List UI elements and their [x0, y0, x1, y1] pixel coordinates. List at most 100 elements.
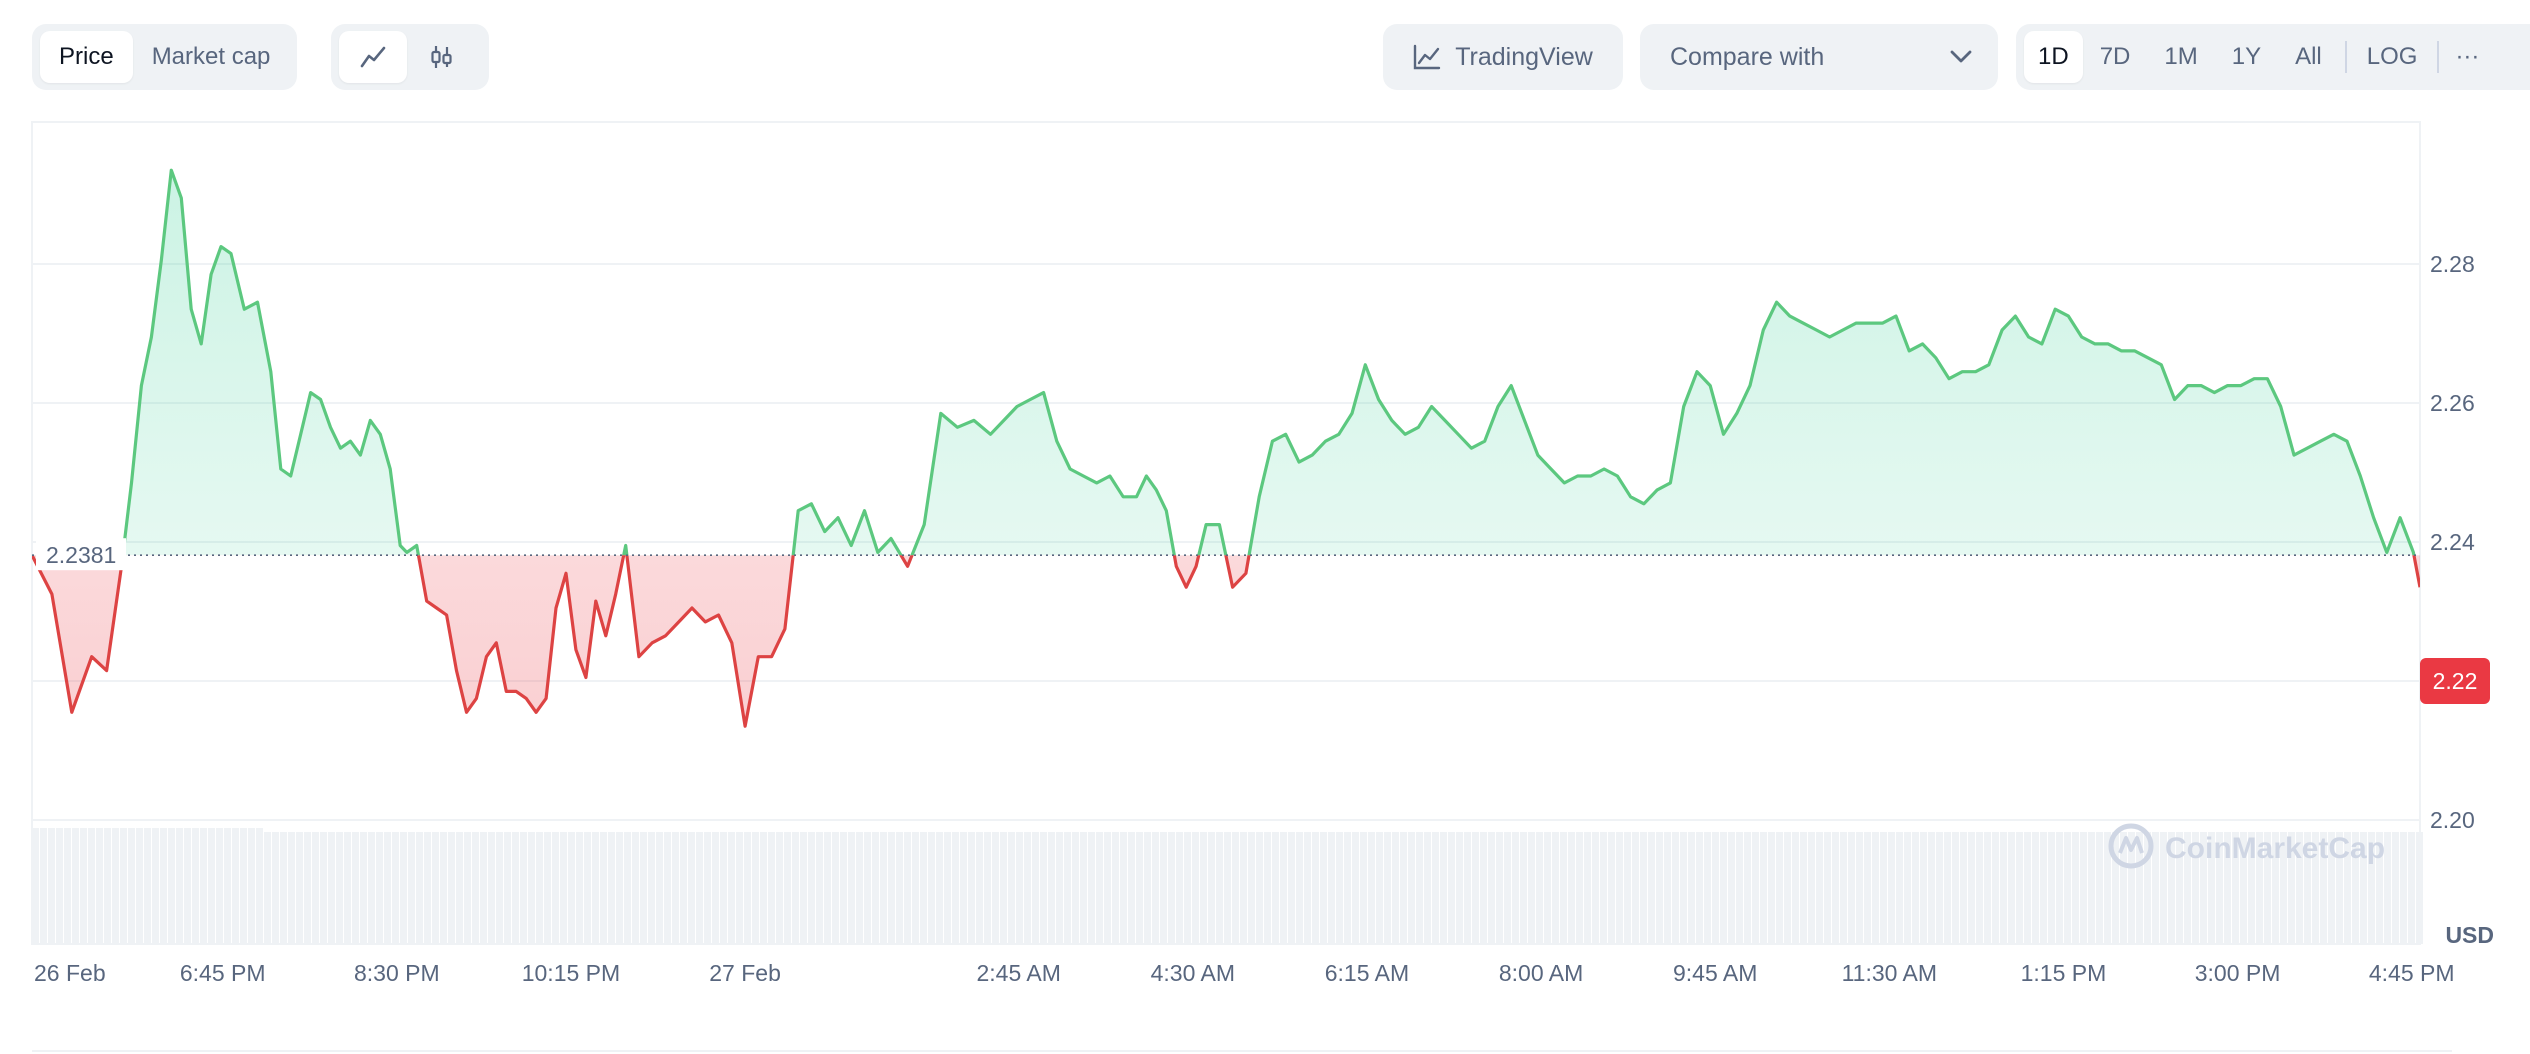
- volume-bar: [2040, 832, 2047, 944]
- volume-bar: [416, 832, 423, 944]
- volume-bar: [760, 832, 767, 944]
- volume-bar: [2032, 832, 2039, 944]
- volume-bar: [1352, 832, 1359, 944]
- volume-bar: [368, 832, 375, 944]
- volume-bar: [1464, 832, 1471, 944]
- current-price-text: 2.22: [2433, 668, 2478, 694]
- volume-bar: [2088, 832, 2095, 944]
- volume-bar: [160, 828, 167, 944]
- volume-bar: [496, 832, 503, 944]
- volume-bar: [224, 828, 231, 944]
- volume-bar: [1344, 832, 1351, 944]
- volume-bar: [2008, 832, 2015, 944]
- y-tick-label: 2.24: [2430, 529, 2475, 555]
- volume-bar: [648, 832, 655, 944]
- volume-bar: [312, 832, 319, 944]
- volume-bar: [2056, 832, 2063, 944]
- volume-bar: [136, 828, 143, 944]
- volume-bar: [464, 832, 471, 944]
- volume-bar: [752, 832, 759, 944]
- volume-bar: [344, 832, 351, 944]
- volume-bar: [1560, 832, 1567, 944]
- volume-bar: [1144, 832, 1151, 944]
- volume-bar: [1776, 832, 1783, 944]
- volume-bar: [912, 832, 919, 944]
- volume-bar: [1288, 832, 1295, 944]
- volume-bar: [632, 832, 639, 944]
- volume-bar: [2096, 832, 2103, 944]
- volume-bar: [1048, 832, 1055, 944]
- volume-bar: [1376, 832, 1383, 944]
- x-tick-label: 8:00 AM: [1499, 960, 1583, 986]
- volume-bar: [536, 832, 543, 944]
- volume-bar: [2392, 832, 2399, 944]
- volume-bar: [1608, 832, 1615, 944]
- volume-bar: [744, 832, 751, 944]
- volume-bar: [1680, 832, 1687, 944]
- volume-bar: [120, 828, 127, 944]
- volume-bar: [2080, 832, 2087, 944]
- volume-bar: [1928, 832, 1935, 944]
- volume-bar: [264, 832, 271, 944]
- volume-bar: [1016, 832, 1023, 944]
- volume-bar: [1360, 832, 1367, 944]
- volume-bar: [576, 832, 583, 944]
- volume-bar: [1056, 832, 1063, 944]
- volume-bar: [1328, 832, 1335, 944]
- volume-bar: [1664, 832, 1671, 944]
- volume-bar: [1496, 832, 1503, 944]
- volume-bar: [1832, 832, 1839, 944]
- volume-bar: [1992, 832, 1999, 944]
- volume-bar: [1176, 832, 1183, 944]
- volume-bar: [1688, 832, 1695, 944]
- volume-bar: [2408, 832, 2415, 944]
- volume-bar: [896, 832, 903, 944]
- volume-bar: [392, 832, 399, 944]
- volume-bar: [736, 832, 743, 944]
- volume-bar: [704, 832, 711, 944]
- volume-bar: [320, 832, 327, 944]
- volume-bar: [104, 828, 111, 944]
- volume-bar: [1752, 832, 1759, 944]
- volume-bar: [1424, 832, 1431, 944]
- volume-bar: [328, 832, 335, 944]
- volume-bar: [1800, 832, 1807, 944]
- reference-price-text: 2.2381: [46, 542, 116, 568]
- volume-bar: [1632, 832, 1639, 944]
- x-tick-label: 8:30 PM: [354, 960, 440, 986]
- volume-bar: [184, 828, 191, 944]
- volume-bar: [1672, 832, 1679, 944]
- volume-bar: [1408, 832, 1415, 944]
- volume-bar: [1640, 832, 1647, 944]
- x-tick-label: 9:45 AM: [1673, 960, 1757, 986]
- volume-bar: [288, 832, 295, 944]
- volume-bar: [784, 832, 791, 944]
- volume-bar: [472, 832, 479, 944]
- volume-bar: [96, 828, 103, 944]
- volume-bar: [1744, 832, 1751, 944]
- volume-bar: [200, 828, 207, 944]
- volume-bar: [776, 832, 783, 944]
- volume-bar: [1856, 832, 1863, 944]
- volume-bar: [72, 828, 79, 944]
- volume-bar: [1720, 832, 1727, 944]
- volume-bar: [168, 828, 175, 944]
- volume-bar: [1808, 832, 1815, 944]
- x-axis-ticks: 26 Feb 6:45 PM 8:30 PM 10:15 PM 27 Feb 2:45 A…: [34, 960, 2455, 986]
- volume-bar: [712, 832, 719, 944]
- volume-bar: [2016, 832, 2023, 944]
- volume-bar: [2384, 832, 2391, 944]
- volume-bar: [424, 832, 431, 944]
- volume-bar: [1816, 832, 1823, 944]
- volume-bar: [1136, 832, 1143, 944]
- volume-bar: [432, 832, 439, 944]
- volume-bar: [2000, 832, 2007, 944]
- volume-bar: [1528, 832, 1535, 944]
- volume-bar: [616, 832, 623, 944]
- volume-bar: [1032, 832, 1039, 944]
- volume-bar: [976, 832, 983, 944]
- volume-bar: [400, 832, 407, 944]
- volume-bar: [128, 828, 135, 944]
- y-tick-label: 2.26: [2430, 390, 2475, 416]
- x-tick-label: 10:15 PM: [522, 960, 620, 986]
